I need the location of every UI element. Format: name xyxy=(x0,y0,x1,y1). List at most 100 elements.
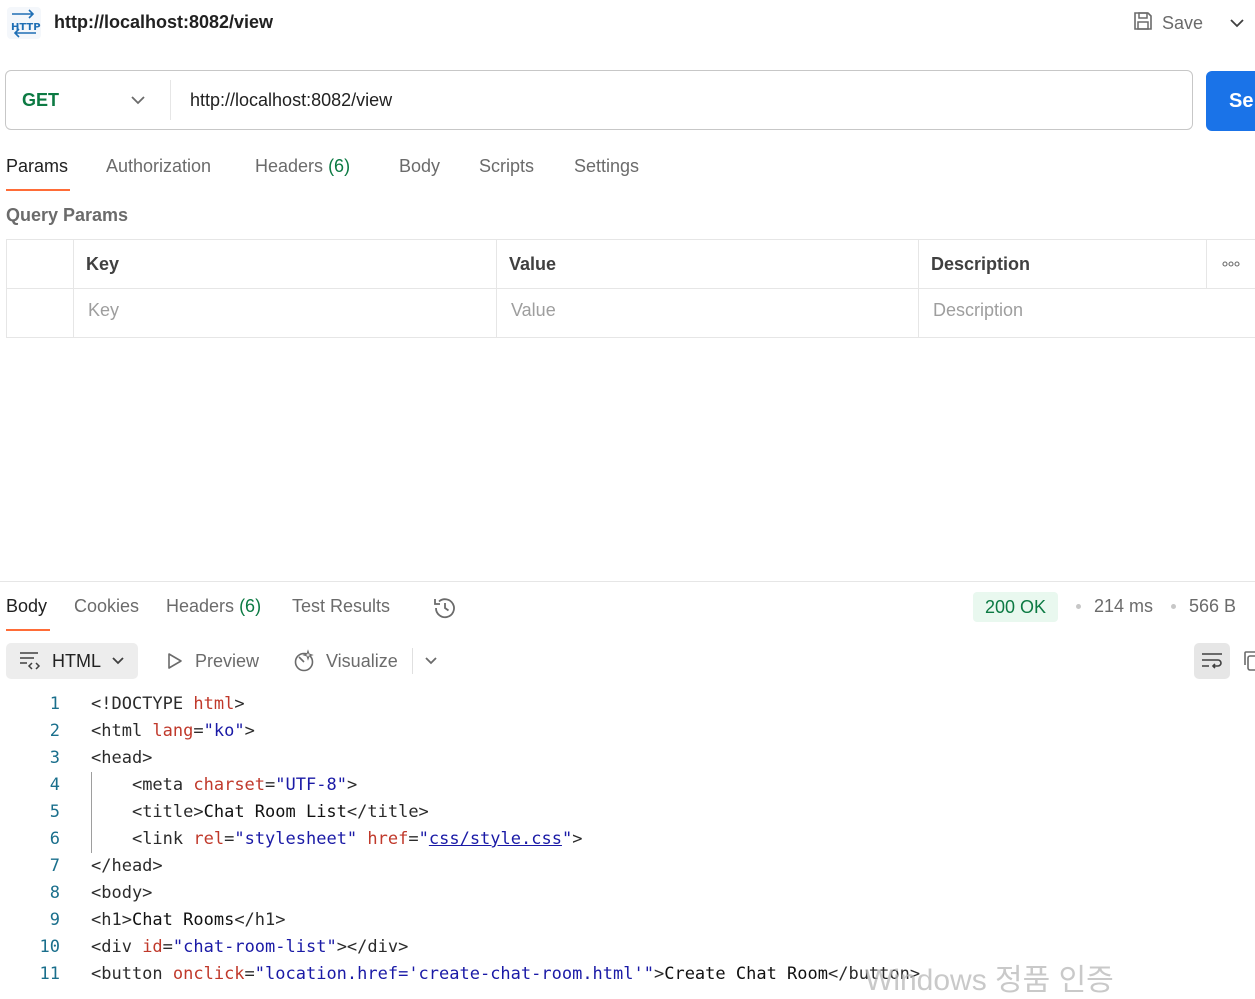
method-divider xyxy=(170,80,171,120)
code-attr-token: href xyxy=(367,829,409,849)
save-options-chevron[interactable] xyxy=(1222,8,1252,38)
param-description-input[interactable] xyxy=(933,294,1243,326)
response-code-viewer[interactable]: 1 <!DOCTYPE html> 2 <html lang="ko"> 3 <head>… xyxy=(0,691,1255,988)
code-line: 7 </head> xyxy=(0,853,1255,880)
wrap-icon xyxy=(1202,653,1222,669)
toolbar-divider xyxy=(412,648,413,674)
more-icon[interactable] xyxy=(1218,256,1244,272)
response-time[interactable]: 214 ms xyxy=(1094,596,1153,617)
table-border-top xyxy=(6,239,1255,240)
tab-settings[interactable]: Settings xyxy=(574,156,639,177)
code-tag-token: <link xyxy=(131,829,194,849)
tab-authorization[interactable]: Authorization xyxy=(106,156,211,177)
history-icon[interactable] xyxy=(431,594,459,622)
http-icon: HTTP xyxy=(6,6,42,40)
code-text: </head> xyxy=(91,853,163,880)
line-number: 4 xyxy=(49,775,60,795)
code-value-token: "location.href='create-chat-room.html'" xyxy=(254,964,654,984)
code-attr-token: onclick xyxy=(172,964,245,984)
code-space-token xyxy=(357,829,367,849)
save-button[interactable]: Save xyxy=(1132,8,1203,38)
tab-body[interactable]: Body xyxy=(399,156,440,177)
request-title[interactable]: http://localhost:8082/view xyxy=(54,12,273,33)
code-tag-token: = xyxy=(244,964,255,984)
code-line: 1 <!DOCTYPE html> xyxy=(0,691,1255,718)
code-value-token: "stylesheet" xyxy=(234,829,358,849)
visualize-icon xyxy=(294,649,314,672)
send-button[interactable]: Se xyxy=(1206,71,1255,131)
code-tag-token: ></div> xyxy=(336,937,409,957)
format-label: HTML xyxy=(52,650,101,671)
code-tag-token: <html xyxy=(91,721,153,741)
line-number: 6 xyxy=(49,829,60,849)
preview-label: Preview xyxy=(195,650,260,671)
code-tag-token: <body> xyxy=(91,883,153,903)
code-tag-token: > xyxy=(653,964,665,984)
column-header-description: Description xyxy=(931,254,1031,274)
response-tab-headers-label: Headers xyxy=(166,596,235,616)
param-value-input[interactable] xyxy=(511,294,907,326)
code-tag-token: = xyxy=(224,829,235,849)
line-number: 9 xyxy=(49,910,60,930)
preview-button[interactable]: Preview xyxy=(165,647,259,675)
response-tab-test-results[interactable]: Test Results xyxy=(292,596,390,617)
visualize-button[interactable]: Visualize xyxy=(292,647,398,675)
code-tag-token: <meta xyxy=(131,775,194,795)
code-space-token xyxy=(91,829,132,849)
tab-scripts[interactable]: Scripts xyxy=(479,156,534,177)
line-number: 11 xyxy=(39,964,60,984)
code-text: <button onclick="location.href='create-c… xyxy=(91,961,920,988)
status-badge[interactable]: 200 OK xyxy=(973,592,1059,622)
code-tag-token: = xyxy=(408,829,419,849)
response-tab-body[interactable]: Body xyxy=(6,596,47,617)
visualize-label: Visualize xyxy=(326,650,398,671)
line-number: 10 xyxy=(39,937,60,957)
method-select[interactable]: GET xyxy=(6,71,166,129)
code-tag-token: <title> xyxy=(131,802,204,822)
code-tag-token: = xyxy=(265,775,276,795)
format-select[interactable]: HTML xyxy=(6,643,138,679)
response-tab-cookies[interactable]: Cookies xyxy=(74,596,139,617)
code-attr-token: rel xyxy=(193,829,225,849)
response-tab-headers[interactable]: Headers (6) xyxy=(166,596,261,617)
code-attr-token: lang xyxy=(152,721,194,741)
code-space-token xyxy=(91,802,132,822)
code-tag-token: > xyxy=(244,721,255,741)
wrap-lines-button[interactable] xyxy=(1194,643,1230,679)
code-tag-token: > xyxy=(234,694,245,714)
line-number: 5 xyxy=(49,802,60,822)
code-text: <html lang="ko"> xyxy=(91,718,255,745)
line-number: 2 xyxy=(49,721,60,741)
code-line: 10 <div id="chat-room-list"></div> xyxy=(0,934,1255,961)
query-params-title: Query Params xyxy=(6,205,129,225)
code-tag-token: <h1> xyxy=(91,910,132,930)
code-line: 5 <title>Chat Room List</title> xyxy=(0,799,1255,826)
code-tag-token: <head> xyxy=(91,748,153,768)
code-value-token: " xyxy=(561,829,573,849)
chevron-down-icon xyxy=(425,657,437,665)
code-line: 4 <meta charset="UTF-8"> xyxy=(0,772,1255,799)
line-number: 7 xyxy=(49,856,60,876)
code-line: 9 <h1>Chat Rooms</h1> xyxy=(0,907,1255,934)
copy-icon[interactable] xyxy=(1240,648,1255,674)
active-response-tab-indicator xyxy=(6,629,50,631)
code-link-token[interactable]: css/style.css xyxy=(429,829,562,849)
method-label: GET xyxy=(22,89,60,110)
code-space-token xyxy=(91,775,132,795)
table-border-mid xyxy=(6,288,1255,289)
response-divider[interactable] xyxy=(0,581,1255,582)
code-text-token: Chat Room List xyxy=(203,802,347,822)
tab-params[interactable]: Params xyxy=(6,156,68,177)
code-tag-token: > xyxy=(572,829,583,849)
response-size[interactable]: 566 B xyxy=(1189,596,1236,617)
code-text: <title>Chat Room List</title> xyxy=(91,799,429,826)
tab-headers[interactable]: Headers (6) xyxy=(255,156,350,177)
code-tag-token: </button> xyxy=(827,964,921,984)
code-tag-token: <button xyxy=(91,964,173,984)
tab-headers-count: (6) xyxy=(328,156,351,176)
url-input[interactable] xyxy=(176,80,1176,120)
code-line: 3 <head> xyxy=(0,745,1255,772)
column-header-key: Key xyxy=(86,254,120,274)
param-key-input[interactable] xyxy=(88,294,484,326)
visualize-options-chevron[interactable] xyxy=(424,647,438,675)
